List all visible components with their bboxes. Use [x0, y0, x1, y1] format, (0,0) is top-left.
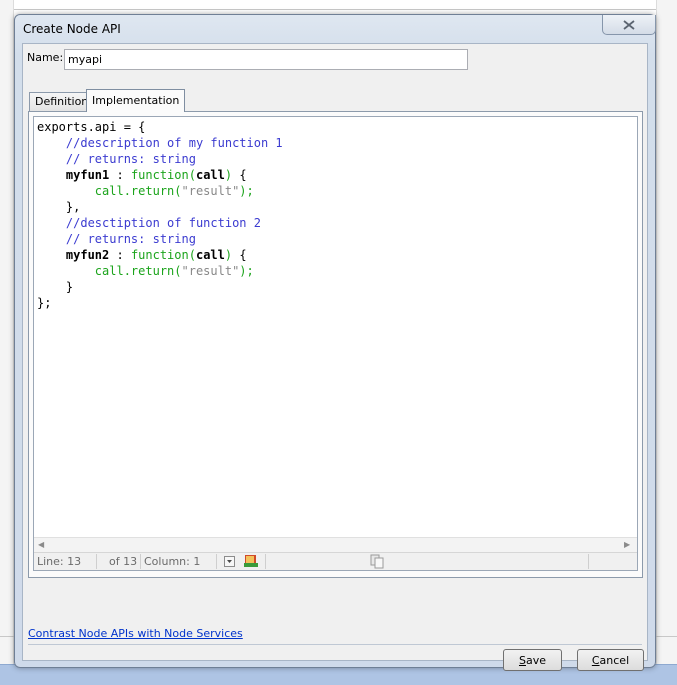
status-separator	[140, 554, 141, 569]
code-line[interactable]: myfun1 : function(call) {	[37, 167, 283, 183]
cancel-button[interactable]: Cancel	[577, 649, 644, 671]
help-link[interactable]: Contrast Node APIs with Node Services	[28, 627, 243, 640]
close-button[interactable]	[602, 15, 656, 35]
code-token: }	[37, 280, 74, 294]
code-token: //description of my function 1	[37, 136, 283, 150]
background-app-left	[0, 0, 14, 664]
code-token: call.return(	[37, 264, 182, 278]
book-icon[interactable]	[243, 554, 259, 571]
background-line	[0, 9, 677, 10]
dialog-body: Name: myapi Definition Implementation ex…	[22, 43, 648, 671]
save-button[interactable]: Save	[503, 649, 562, 671]
code-token: );	[239, 264, 254, 278]
code-token: function(	[130, 168, 196, 182]
name-input[interactable]: myapi	[64, 49, 468, 70]
code-line[interactable]: call.return("result");	[37, 263, 283, 279]
code-line[interactable]: // returns: string	[37, 231, 283, 247]
code-editor[interactable]: exports.api = { //description of my func…	[33, 116, 638, 571]
implementation-panel: exports.api = { //description of my func…	[28, 111, 643, 578]
code-token: call.return(	[37, 184, 182, 198]
status-of: of 13	[109, 555, 138, 568]
divider	[28, 644, 642, 645]
close-icon	[623, 19, 635, 30]
scroll-left-icon[interactable]: ◀	[38, 540, 44, 549]
cancel-label: Cancel	[591, 653, 630, 667]
background-line	[0, 636, 14, 637]
status-separator	[265, 554, 266, 569]
code-line[interactable]: };	[37, 295, 283, 311]
save-label: Save	[518, 653, 546, 667]
code-token: call	[195, 248, 225, 262]
code-line[interactable]: },	[37, 199, 283, 215]
code-token: };	[37, 296, 52, 310]
status-separator	[96, 554, 97, 569]
code-token: // returns: string	[37, 152, 196, 166]
window-title: Create Node API	[23, 22, 121, 36]
code-token: //desctiption of function 2	[37, 216, 261, 230]
code-line[interactable]: call.return("result");	[37, 183, 283, 199]
code-token: },	[37, 200, 81, 214]
code-content[interactable]: exports.api = { //description of my func…	[37, 119, 283, 311]
code-token: myfun1	[37, 168, 110, 182]
code-line[interactable]: myfun2 : function(call) {	[37, 247, 283, 263]
status-column: Column: 1	[144, 555, 201, 568]
code-token: "result"	[181, 264, 240, 278]
code-line[interactable]: //description of my function 1	[37, 135, 283, 151]
code-token: "result"	[181, 184, 240, 198]
horizontal-scrollbar[interactable]: ◀ ▶	[34, 537, 637, 552]
code-token: {	[232, 168, 247, 182]
editor-statusbar: Line: 13 of 13 Column: 1	[34, 552, 637, 570]
name-label: Name:	[27, 51, 64, 64]
copy-icon[interactable]	[370, 554, 385, 572]
status-separator	[216, 554, 217, 569]
code-token: :	[109, 248, 131, 262]
code-token: :	[109, 168, 131, 182]
code-line[interactable]: }	[37, 279, 283, 295]
code-token: // returns: string	[37, 232, 196, 246]
tab-implementation[interactable]: Implementation	[86, 89, 186, 112]
scroll-right-icon[interactable]: ▶	[624, 540, 630, 549]
tab-definition[interactable]: Definition	[29, 92, 95, 111]
code-token: function(	[130, 248, 196, 262]
code-token: exports.api = {	[37, 120, 146, 134]
code-line[interactable]: // returns: string	[37, 151, 283, 167]
code-token: );	[239, 184, 254, 198]
dropdown-icon[interactable]	[224, 556, 235, 570]
code-token: {	[232, 248, 247, 262]
background-line	[656, 636, 677, 637]
code-token: myfun2	[37, 248, 110, 262]
status-line: Line: 13	[37, 555, 82, 568]
status-separator	[588, 554, 589, 569]
background-app-right	[656, 0, 677, 664]
create-node-api-dialog: Create Node API Name: myapi Definition I…	[14, 14, 656, 671]
code-line[interactable]: //desctiption of function 2	[37, 215, 283, 231]
code-token: call	[195, 168, 225, 182]
code-line[interactable]: exports.api = {	[37, 119, 283, 135]
